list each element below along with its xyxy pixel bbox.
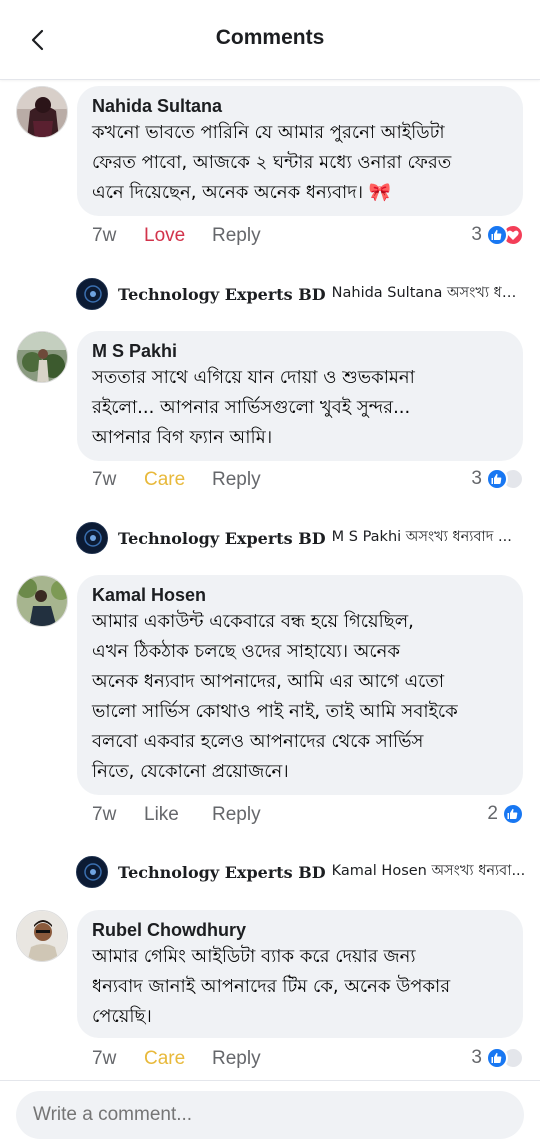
comment-actions: 7w Love Reply bbox=[92, 224, 261, 248]
comment-line: আমার গেমিং আইডিটা ব্যাক করে দেয়ার জন্য bbox=[92, 946, 416, 967]
comment-line: পেয়েছি। bbox=[92, 1006, 152, 1027]
like-icon bbox=[486, 1047, 508, 1069]
comment-bubble: Rubel Chowdhury আমার গেমিং আইডিটা ব্যাক … bbox=[77, 910, 523, 1038]
reply-preview: Kamal Hosen অসংখ্য ধন্যবা... bbox=[331, 863, 526, 879]
comment-bubble: M S Pakhi সততার সাথে এগিয়ে যান দোয়া ও … bbox=[77, 331, 523, 461]
comment-time: 7w bbox=[92, 225, 117, 246]
avatar-image bbox=[17, 332, 67, 382]
reaction-button[interactable]: Love bbox=[144, 225, 212, 247]
comment-input[interactable] bbox=[16, 1091, 524, 1139]
page-name[interactable]: Technology Experts BD bbox=[118, 863, 326, 882]
avatar-image bbox=[17, 87, 67, 137]
avatar[interactable] bbox=[16, 331, 68, 383]
comment-line: অনেক ধন্যবাদ আপনাদের, আমি এর আগে এতো bbox=[92, 671, 445, 692]
comment-actions: 7w Care Reply bbox=[92, 1047, 261, 1071]
comment-line: আমার একাউন্ট একেবারে বন্ধ হয়ে গিয়েছিল, bbox=[92, 611, 414, 632]
reaction-button[interactable]: Like bbox=[144, 804, 212, 826]
reply-preview: Nahida Sultana অসংখ্য ধন্য... bbox=[331, 285, 526, 301]
reply-button[interactable]: Reply bbox=[212, 469, 261, 491]
like-icon bbox=[486, 224, 508, 246]
comment-time: 7w bbox=[92, 1048, 117, 1069]
comment-line: এখন ঠিকঠাক চলছে ওদের সাহায্যে। অনেক bbox=[92, 641, 400, 662]
comment-composer bbox=[0, 1080, 540, 1147]
page-name[interactable]: Technology Experts BD bbox=[118, 529, 326, 548]
page-avatar[interactable] bbox=[76, 522, 108, 554]
comment-author[interactable]: Kamal Hosen bbox=[92, 583, 507, 607]
comment-author[interactable]: Nahida Sultana bbox=[92, 94, 507, 118]
comment-actions: 7w Like Reply bbox=[92, 803, 261, 827]
comment-line: ধন্যবাদ জানাই আপনাদের টিম কে, অনেক উপকার bbox=[92, 976, 451, 997]
comment-line: বলবো একবার হলেও আপনাদের থেকে সার্ভিস bbox=[92, 731, 424, 752]
page-reply[interactable]: Technology Experts BD Kamal Hosen অসংখ্য… bbox=[76, 855, 526, 889]
comment-line: এনে দিয়েছেন, অনেক অনেক ধন্যবাদ। 🎀 bbox=[92, 182, 392, 203]
page-logo bbox=[78, 524, 107, 553]
avatar-image bbox=[17, 576, 67, 626]
reply-preview: M S Pakhi অসংখ্য ধন্যবাদ ... bbox=[331, 529, 512, 545]
comment-time: 7w bbox=[92, 469, 117, 490]
comment-line: ভালো সার্ভিস কোথাও পাই নাই, তাই আমি সবাই… bbox=[92, 701, 458, 722]
page-name[interactable]: Technology Experts BD bbox=[118, 285, 326, 304]
reaction-summary[interactable]: 3 bbox=[471, 222, 524, 248]
reaction-count: 3 bbox=[471, 1047, 482, 1068]
reply-button[interactable]: Reply bbox=[212, 1048, 261, 1070]
reaction-summary[interactable]: 3 bbox=[471, 1045, 524, 1071]
reaction-button[interactable]: Care bbox=[144, 469, 212, 491]
comment-line: আপনার বিগ ফ্যান আমি। bbox=[92, 427, 273, 448]
page-logo bbox=[78, 280, 107, 309]
like-icon bbox=[486, 468, 508, 490]
reaction-count: 3 bbox=[471, 468, 482, 489]
comment-line: ফেরত পাবো, আজকে ২ ঘন্টার মধ্যে ওনারা ফের… bbox=[92, 152, 452, 173]
page-reply[interactable]: Technology Experts BD Nahida Sultana অসং… bbox=[76, 277, 526, 311]
avatar-image bbox=[17, 911, 67, 961]
comment-bubble: Nahida Sultana কখনো ভাবতে পারিনি যে আমার… bbox=[77, 86, 523, 216]
comment-line: সততার সাথে এগিয়ে যান দোয়া ও শুভকামনা bbox=[92, 367, 415, 388]
comment-time: 7w bbox=[92, 804, 117, 825]
page-reply[interactable]: Technology Experts BD M S Pakhi অসংখ্য ধ… bbox=[76, 521, 526, 555]
comment-author[interactable]: M S Pakhi bbox=[92, 339, 507, 363]
reaction-count: 2 bbox=[487, 803, 498, 824]
page-title: Comments bbox=[215, 26, 325, 49]
avatar[interactable] bbox=[16, 910, 68, 962]
reaction-count: 3 bbox=[471, 224, 482, 245]
comment-author[interactable]: Rubel Chowdhury bbox=[92, 918, 507, 942]
page-avatar[interactable] bbox=[76, 856, 108, 888]
reaction-button[interactable]: Care bbox=[144, 1048, 212, 1070]
like-icon bbox=[502, 803, 524, 825]
avatar[interactable] bbox=[16, 575, 68, 627]
comment-line: রইলো... আপনার সার্ভিসগুলো খুবই সুন্দর... bbox=[92, 397, 411, 418]
avatar[interactable] bbox=[16, 86, 68, 138]
page-logo bbox=[78, 858, 107, 887]
comment-line: নিতে, যেকোনো প্রয়োজনে। bbox=[92, 761, 289, 782]
comment-line: কখনো ভাবতে পারিনি যে আমার পুরনো আইডিটা bbox=[92, 122, 445, 143]
reply-button[interactable]: Reply bbox=[212, 225, 261, 247]
top-bar: Comments bbox=[0, 0, 540, 80]
reply-button[interactable]: Reply bbox=[212, 804, 261, 826]
page-avatar[interactable] bbox=[76, 278, 108, 310]
comment-bubble: Kamal Hosen আমার একাউন্ট একেবারে বন্ধ হয… bbox=[77, 575, 523, 795]
comment-actions: 7w Care Reply bbox=[92, 468, 261, 492]
reaction-summary[interactable]: 2 bbox=[487, 801, 524, 827]
reaction-summary[interactable]: 3 bbox=[471, 466, 524, 492]
